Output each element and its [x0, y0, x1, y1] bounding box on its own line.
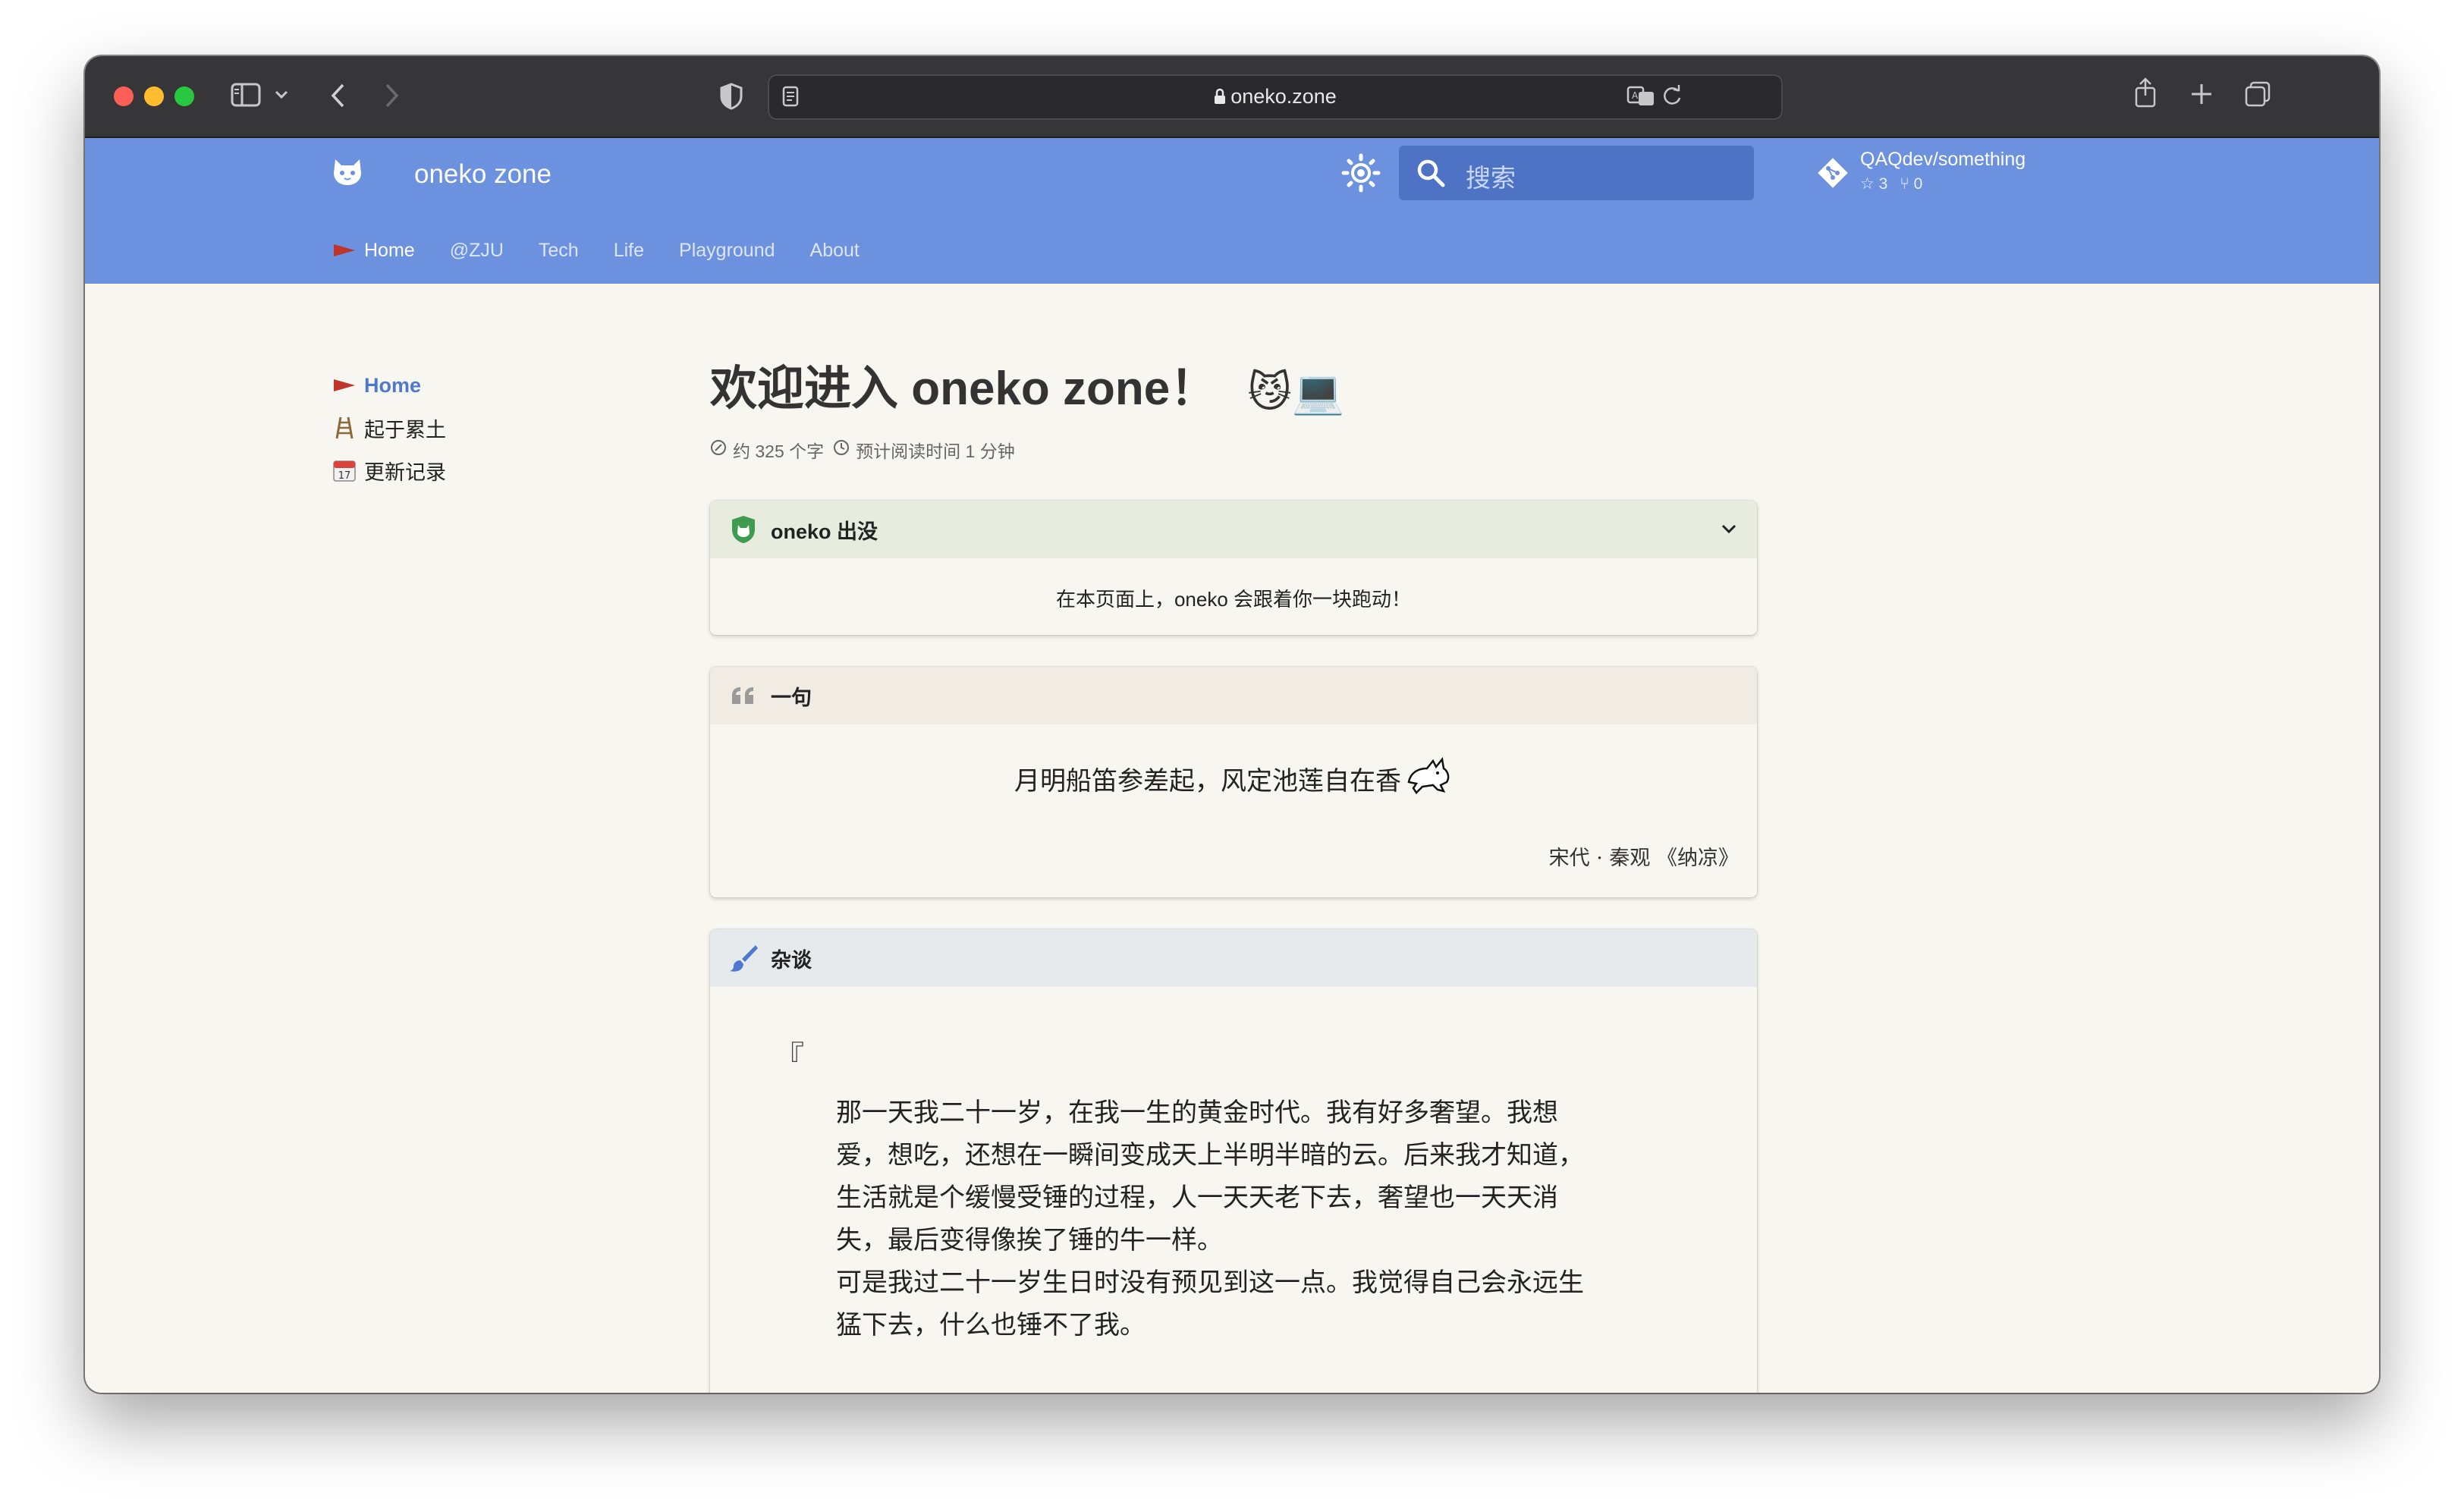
tab-tech[interactable]: Tech [539, 240, 579, 263]
site-title[interactable]: oneko zone [414, 159, 552, 190]
tabs-overview-icon[interactable] [2244, 80, 2271, 108]
tab-zju[interactable]: @ZJU [450, 240, 504, 263]
ladder-icon [331, 416, 358, 440]
calendar-icon: 17 [331, 458, 358, 482]
essay-line: 生活就是个缓慢受锤的过程，人一天天老下去，奢望也一天天消 [836, 1183, 1558, 1213]
title-emoji: 😼💻 [1247, 367, 1345, 416]
reload-icon[interactable] [1661, 85, 1683, 108]
essay-line: 爱，想吃，还想在一瞬间变成天上半明半暗的云。后来我才知道， [836, 1140, 1584, 1170]
cat-shield-icon [728, 514, 759, 545]
quote-text-line: 月明船笛参差起，风定池莲自在香 [710, 752, 1757, 801]
svg-text:17: 17 [338, 470, 351, 482]
read-time: 预计阅读时间 1 分钟 [856, 441, 1015, 461]
oneko-admonition-title: oneko 出没 [771, 520, 878, 543]
address-bar[interactable]: oneko.zone A [768, 74, 1783, 120]
close-quote-mark: 』 [1689, 1381, 1711, 1393]
clock-icon [833, 439, 850, 460]
page-meta: 约 325 个字 预计阅读时间 1 分钟 [710, 437, 1757, 463]
svg-text:A: A [1632, 90, 1639, 101]
cat-logo-icon[interactable] [331, 156, 364, 190]
flag-icon [331, 378, 358, 393]
browser-window: oneko.zone A oneko zone 搜索 QAQdev/someth… [85, 56, 2379, 1393]
star-count: 3 [1878, 175, 1888, 193]
oneko-admonition-body: 在本页面上，oneko 会跟着你一块跑动！ [1055, 588, 1412, 611]
oneko-admonition-header[interactable]: oneko 出没 [710, 501, 1757, 558]
open-quote-mark: 『 [774, 1040, 804, 1075]
page-title-text: 欢迎进入 oneko zone！ [710, 363, 1218, 415]
new-tab-icon[interactable] [2189, 82, 2214, 106]
flag-icon [332, 241, 357, 263]
nav-tabs: Home @ZJU Tech Life Playground About [332, 240, 860, 263]
tab-life[interactable]: Life [614, 240, 644, 263]
word-count: 约 325 个字 [733, 441, 825, 461]
quote-text: 月明船笛参差起，风定池莲自在香 [1014, 766, 1401, 796]
essay-line: 那一天我二十一岁，在我一生的黄金时代。我有好多奢望。我想 [836, 1098, 1558, 1128]
theme-toggle-sun-icon[interactable] [1341, 153, 1381, 196]
repo-name: QAQdev/something [1860, 149, 2026, 170]
tab-about[interactable]: About [810, 240, 860, 263]
close-window-button[interactable] [114, 86, 134, 106]
search-placeholder: 搜索 [1466, 164, 1516, 192]
essay-line: 猛下去，什么也锤不了我。 [836, 1310, 1146, 1340]
sidebar-item-changelog[interactable]: 17 更新记录 [331, 449, 446, 492]
tab-home-label: Home [364, 240, 415, 261]
chevron-down-icon[interactable] [275, 90, 288, 100]
translate-icon[interactable]: A [1626, 85, 1657, 108]
back-icon[interactable] [329, 82, 347, 109]
sidebar-icon[interactable] [231, 82, 261, 108]
tab-home[interactable]: Home [332, 240, 415, 263]
quote-icon [728, 685, 759, 706]
repo-stats: ☆ 3 ⑂ 0 [1860, 174, 1922, 193]
left-sidebar: Home 起于累土 17 更新记录 [331, 364, 446, 492]
share-icon[interactable] [2133, 77, 2158, 108]
essay-admonition-title: 杂谈 [771, 948, 812, 972]
oneko-cat-icon [1403, 752, 1453, 801]
essay-line: 可是我过二十一岁生日时没有预见到这一点。我觉得自己会永远生 [836, 1268, 1584, 1298]
quote-admonition-title: 一句 [771, 686, 812, 709]
forward-icon[interactable] [382, 82, 401, 109]
essay-admonition: 杂谈 『 那一天我二十一岁，在我一生的黄金时代。我有好多奢望。我想 爱，想吃，还… [710, 929, 1757, 1393]
quote-source: 宋代 · 秦观 《纳凉》 [1548, 847, 1739, 870]
essay-line: 失，最后变得像挨了锤的牛一样。 [836, 1225, 1223, 1255]
essay-text: 那一天我二十一岁，在我一生的黄金时代。我有好多奢望。我想 爱，想吃，还想在一瞬间… [836, 1092, 1640, 1346]
url-value: oneko.zone [1230, 85, 1337, 108]
fork-icon: ⑂ [1900, 175, 1909, 193]
chevron-down-icon[interactable] [1719, 519, 1739, 544]
page-title: 欢迎进入 oneko zone！ 😼💻 [710, 347, 1757, 431]
main-content: 欢迎进入 oneko zone！ 😼💻 约 325 个字 预计阅读时间 1 分钟 … [710, 347, 1757, 1393]
oneko-admonition: oneko 出没 在本页面上，oneko 会跟着你一块跑动！ [710, 501, 1757, 635]
quote-admonition-header: 一句 [710, 667, 1757, 724]
sidebar-item-label: 更新记录 [364, 460, 446, 484]
essay-body: 『 那一天我二十一岁，在我一生的黄金时代。我有好多奢望。我想 爱，想吃，还想在一… [710, 987, 1757, 1393]
minimize-window-button[interactable] [144, 86, 164, 106]
sidebar-item-label: Home [364, 373, 422, 397]
search-input[interactable]: 搜索 [1399, 146, 1754, 200]
quote-admonition: 一句 月明船笛参差起，风定池莲自在香 宋代 · 秦观 《纳凉》 [710, 667, 1757, 897]
shield-icon[interactable] [719, 82, 743, 111]
site-header: oneko zone 搜索 QAQdev/something ☆ 3 ⑂ 0 H… [85, 138, 2379, 284]
search-icon [1416, 158, 1446, 192]
star-icon: ☆ [1860, 175, 1875, 193]
sidebar-item-qiyuleitu[interactable]: 起于累土 [331, 407, 446, 449]
quote-body: 月明船笛参差起，风定池莲自在香 宋代 · 秦观 《纳凉》 [710, 724, 1757, 897]
sidebar-item-label: 起于累土 [364, 418, 446, 441]
fork-count: 0 [1913, 175, 1923, 193]
word-count-icon [710, 439, 727, 460]
tab-playground[interactable]: Playground [679, 240, 775, 263]
brush-icon [728, 943, 759, 973]
zoom-window-button[interactable] [174, 86, 194, 106]
sidebar-item-home[interactable]: Home [331, 364, 446, 407]
essay-admonition-header: 杂谈 [710, 929, 1757, 987]
git-icon [1816, 156, 1850, 193]
lock-icon [1214, 86, 1226, 110]
browser-toolbar: oneko.zone A [85, 56, 2379, 138]
